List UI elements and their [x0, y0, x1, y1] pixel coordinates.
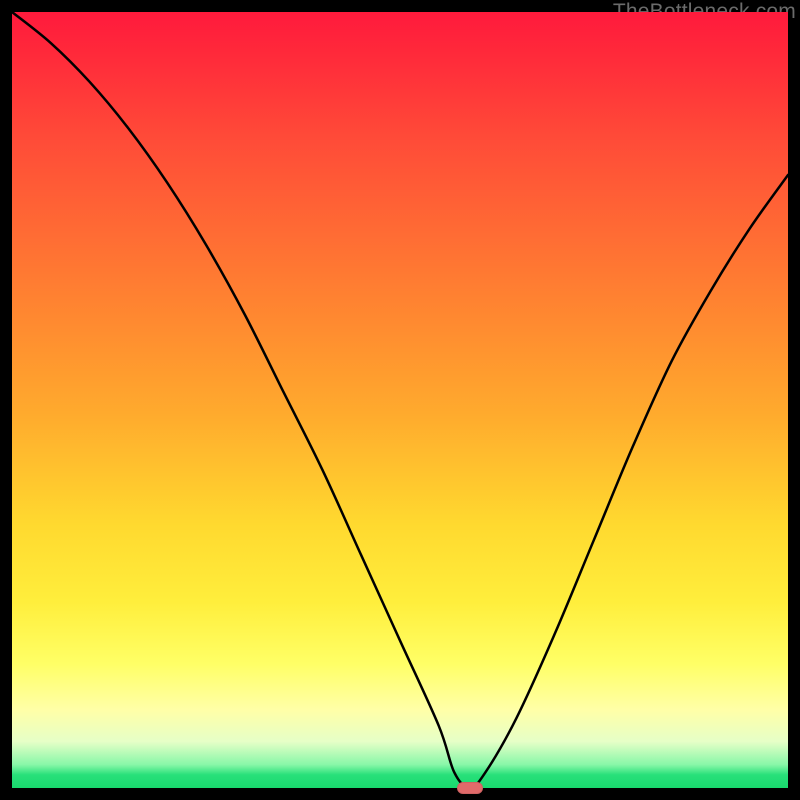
- optimum-marker: [457, 782, 483, 794]
- plot-area: [12, 12, 788, 788]
- chart-container: TheBottleneck.com: [0, 0, 800, 800]
- bottleneck-curve: [12, 12, 788, 788]
